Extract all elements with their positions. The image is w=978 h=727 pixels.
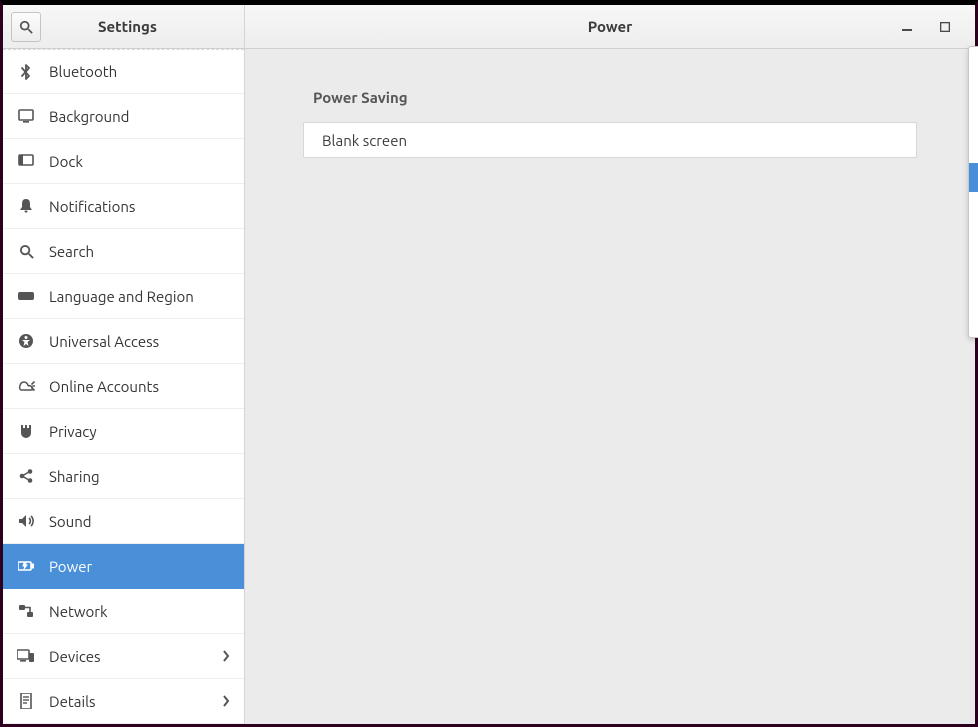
sidebar-item-language-region[interactable]: Language and Region [3, 274, 244, 319]
sidebar-item-label: Language and Region [49, 288, 230, 305]
power-icon [17, 557, 35, 575]
bluetooth-icon [17, 63, 35, 81]
speaker-icon [17, 512, 35, 530]
sidebar-item-network[interactable]: Network [3, 589, 244, 634]
page-title: Power [245, 5, 975, 48]
share-icon [17, 467, 35, 485]
sidebar-item-label: Details [49, 693, 208, 710]
sidebar-item-label: Universal Access [49, 333, 230, 350]
sidebar-item-online-accounts[interactable]: Online Accounts [3, 364, 244, 409]
sidebar-item-label: Devices [49, 648, 208, 665]
dock-icon [17, 152, 35, 170]
sidebar-item-background[interactable]: Background [3, 94, 244, 139]
bell-icon [17, 197, 35, 215]
sidebar-item-privacy[interactable]: Privacy [3, 409, 244, 454]
sidebar-item-sound[interactable]: Sound [3, 499, 244, 544]
dropdown-option[interactable]: 15 minutes [969, 279, 978, 308]
sidebar-item-power[interactable]: Power [3, 544, 244, 589]
dropdown-option[interactable]: 1 minute [969, 47, 978, 76]
sidebar-item-label: Bluetooth [49, 63, 230, 80]
window-controls [899, 5, 967, 48]
maximize-button[interactable] [937, 19, 953, 35]
blank-screen-label: Blank screen [322, 132, 898, 149]
chevron-right-icon [222, 695, 230, 707]
network-icon [17, 602, 35, 620]
blank-screen-row: Blank screen [304, 123, 916, 157]
globe-icon [17, 287, 35, 305]
sidebar-item-sharing[interactable]: Sharing [3, 454, 244, 499]
sidebar-item-label: Notifications [49, 198, 230, 215]
search-button[interactable] [11, 12, 41, 42]
dropdown-option[interactable]: Never [969, 308, 978, 337]
cloud-icon [17, 377, 35, 395]
sidebar-item-label: Search [49, 243, 230, 260]
sidebar-item-label: Power [49, 558, 230, 575]
dropdown-option[interactable]: 3 minutes [969, 105, 978, 134]
privacy-icon [17, 422, 35, 440]
dropdown-option-selected[interactable]: 5 minutes [969, 163, 978, 192]
sidebar-item-universal-access[interactable]: Universal Access [3, 319, 244, 364]
dropdown-option[interactable]: 10 minutes [969, 221, 978, 250]
dropdown-option[interactable]: 8 minutes [969, 192, 978, 221]
sidebar-list[interactable]: Bluetooth Background Dock Notifications [3, 49, 244, 724]
details-icon [17, 692, 35, 710]
chevron-right-icon [222, 650, 230, 662]
background-icon [17, 107, 35, 125]
titlebar-left: Settings [3, 5, 245, 48]
sidebar-item-label: Sharing [49, 468, 230, 485]
devices-icon [17, 647, 35, 665]
sidebar-item-label: Online Accounts [49, 378, 230, 395]
sidebar: Bluetooth Background Dock Notifications [3, 49, 245, 724]
accessibility-icon [17, 332, 35, 350]
dropdown-option[interactable]: 2 minutes [969, 76, 978, 105]
minimize-icon [902, 22, 912, 32]
minimize-button[interactable] [899, 19, 915, 35]
section-title-power-saving: Power Saving [303, 89, 917, 106]
sidebar-title: Settings [49, 18, 244, 35]
sidebar-item-label: Background [49, 108, 230, 125]
sidebar-item-devices[interactable]: Devices [3, 634, 244, 679]
sidebar-item-search[interactable]: Search [3, 229, 244, 274]
window-body: Bluetooth Background Dock Notifications [3, 49, 975, 724]
sidebar-item-dock[interactable]: Dock [3, 139, 244, 184]
sidebar-item-label: Privacy [49, 423, 230, 440]
dropdown-option[interactable]: 12 minutes [969, 250, 978, 279]
power-saving-group: Blank screen [303, 122, 917, 158]
search-icon [19, 20, 33, 34]
dropdown-option[interactable]: 4 minutes [969, 134, 978, 163]
sidebar-item-bluetooth[interactable]: Bluetooth [3, 49, 244, 94]
window-frame: Settings Power Bluetooth Background [0, 0, 978, 727]
sidebar-item-notifications[interactable]: Notifications [3, 184, 244, 229]
content-area: Power Saving Blank screen 1 minute 2 min… [245, 49, 975, 724]
sidebar-item-label: Network [49, 603, 230, 620]
titlebar: Settings Power [3, 5, 975, 49]
search-icon [17, 242, 35, 260]
sidebar-item-label: Sound [49, 513, 230, 530]
blank-screen-dropdown[interactable]: 1 minute 2 minutes 3 minutes 4 minutes 5… [968, 46, 978, 338]
sidebar-item-details[interactable]: Details [3, 679, 244, 724]
sidebar-item-label: Dock [49, 153, 230, 170]
maximize-icon [940, 22, 950, 32]
